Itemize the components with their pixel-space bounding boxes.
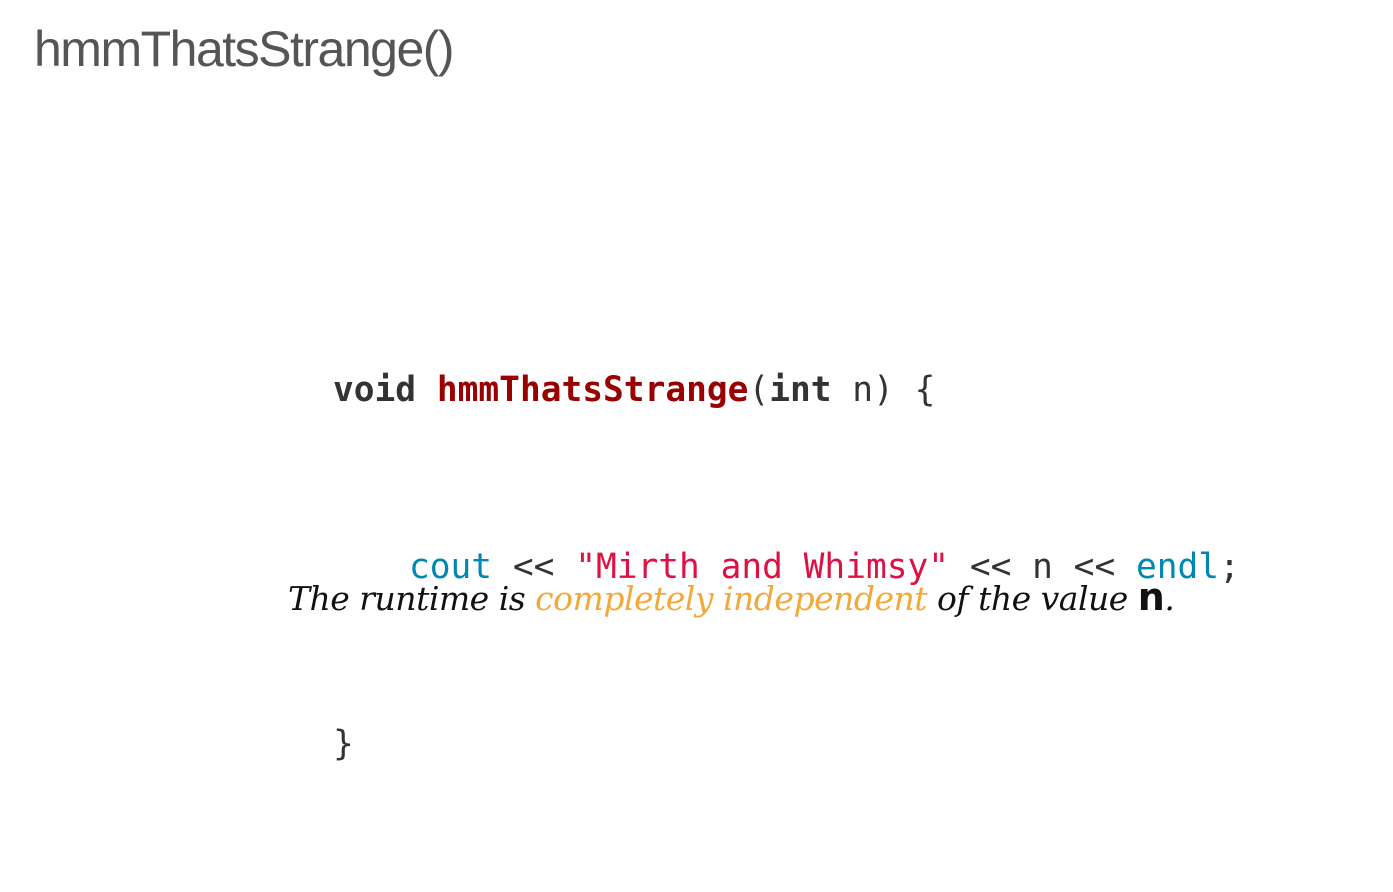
code-close-brace: } bbox=[333, 724, 354, 764]
slide: hmmThatsStrange() void hmmThatsStrange(i… bbox=[0, 0, 1393, 764]
caption-suffix: . bbox=[1164, 579, 1175, 618]
code-line-close: } bbox=[333, 715, 1240, 774]
slide-title: hmmThatsStrange() bbox=[34, 21, 455, 77]
code-keyword-int: int bbox=[769, 370, 832, 410]
code-function-name: hmmThatsStrange bbox=[436, 370, 749, 410]
caption-highlight: completely independent bbox=[535, 579, 928, 618]
runtime-caption: The runtime is completely independent of… bbox=[288, 575, 1175, 619]
code-open-paren: ( bbox=[748, 370, 770, 410]
code-block: void hmmThatsStrange(int n) { cout << "M… bbox=[333, 243, 1240, 892]
code-line-signature: void hmmThatsStrange(int n) { bbox=[333, 361, 1240, 420]
code-keyword-void: void bbox=[333, 370, 417, 410]
caption-middle: of the value bbox=[927, 579, 1138, 618]
code-params-rest: n) { bbox=[831, 370, 936, 410]
caption-variable: n bbox=[1137, 575, 1165, 619]
code-semicolon: ; bbox=[1219, 547, 1240, 587]
caption-prefix: The runtime is bbox=[288, 579, 536, 618]
